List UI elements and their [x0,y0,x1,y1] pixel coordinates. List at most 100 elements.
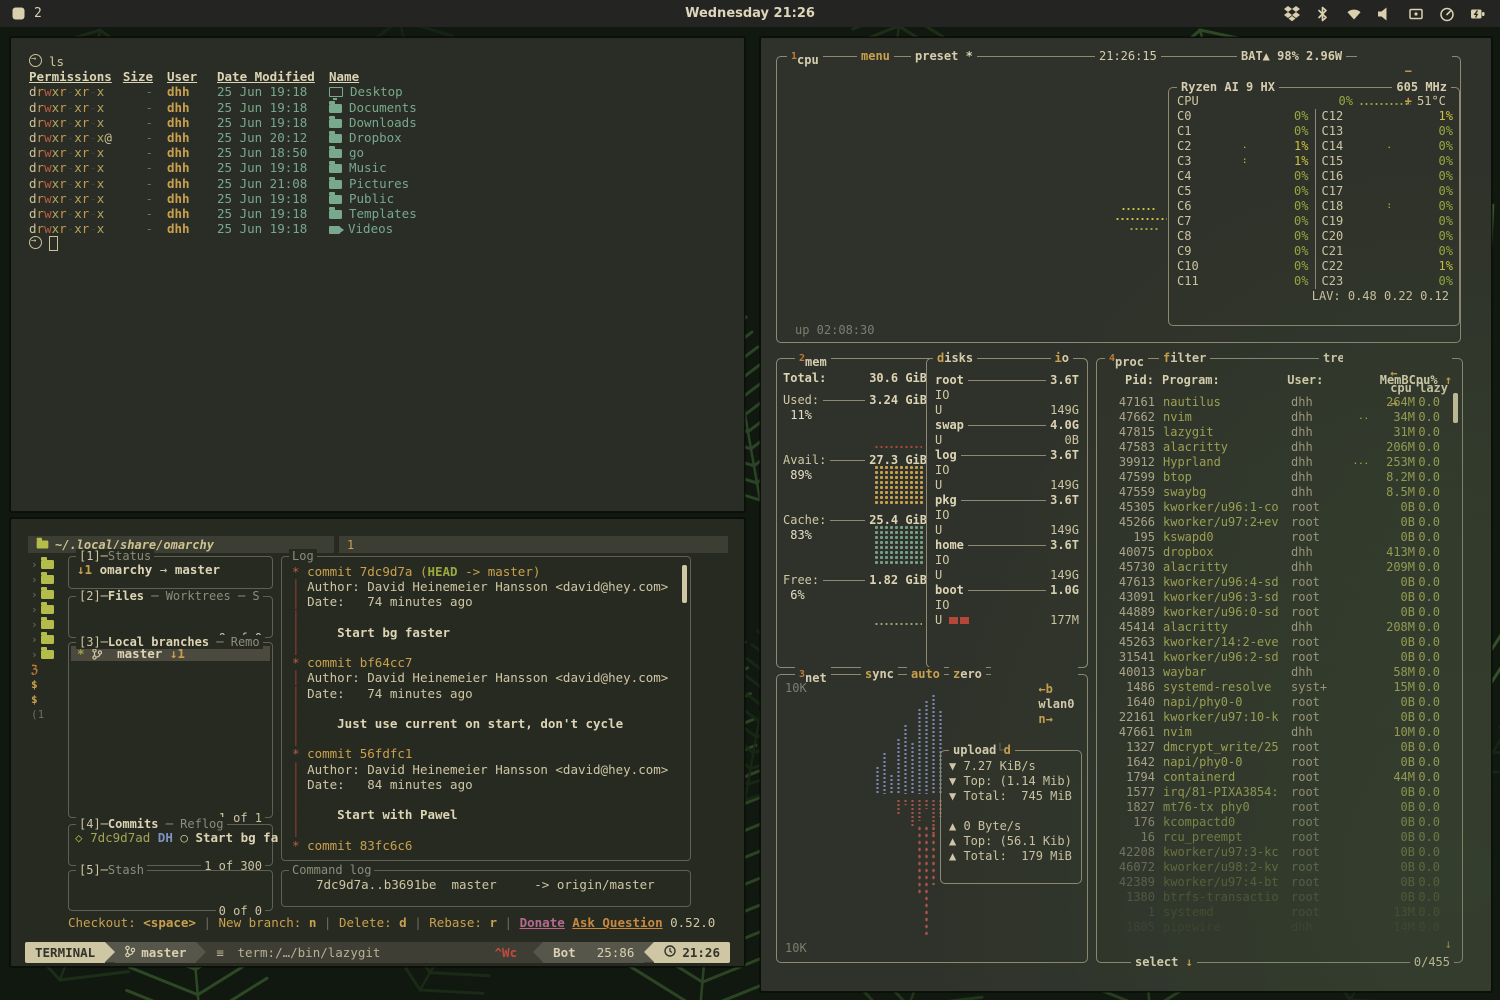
interval-minus-button[interactable]: − [1405,64,1412,78]
tab-label: 1 [347,538,354,552]
net-zero-toggle[interactable]: zero [949,667,986,682]
proc-row[interactable]: 47583alacrittydhh206M0.0 [1097,440,1462,455]
lazygit-status-panel[interactable]: [1]─Status ↓1 omarchy → master [68,556,273,589]
wifi-icon[interactable] [1346,6,1362,22]
filter-button[interactable]: filter [1159,351,1210,366]
statusline-mode[interactable]: TERMINAL [25,942,105,963]
preset-button[interactable]: preset * [911,49,977,64]
iface-prev-button[interactable]: ←b [1038,682,1052,696]
proc-row[interactable]: 45414alacrittydhh208M0.0 [1097,620,1462,635]
tree-item[interactable]: ℨ [31,662,67,677]
proc-row[interactable]: 1486systemd-resolvesyst+15M0.0 [1097,680,1462,695]
proc-row[interactable]: 46072kworker/u98:2-kvroot0B0.0 [1097,860,1462,875]
proc-row[interactable]: 47662nvimdhh..34M0.0 [1097,410,1462,425]
proc-row[interactable]: 16rcu_preemptroot0B0.0 [1097,830,1462,845]
disk-used-bar [949,617,958,624]
shell-prompt-line[interactable] [29,236,744,251]
proc-row[interactable]: 47613kworker/u96:4-sdroot0B0.0 [1097,575,1462,590]
tree-item[interactable]: (1 [31,707,67,722]
mem-box-title[interactable]: 2mem [795,351,831,370]
proc-row[interactable]: 40013waybardhh58M0.0 [1097,665,1462,680]
proc-row[interactable]: 47661nvimdhh10M0.0 [1097,725,1462,740]
tree-item[interactable]: › [31,572,67,587]
iface-name: wlan0 [1038,697,1074,711]
proc-row[interactable]: 47599btopdhh8.2M0.0 [1097,470,1462,485]
proc-row[interactable]: 45266kworker/u97:2+evroot0B0.0 [1097,515,1462,530]
tree-item[interactable]: $ [31,677,67,692]
io-toggle[interactable]: io [1051,351,1073,366]
net-interface-switcher[interactable]: ←b wlan0 n→ [991,667,1078,742]
bluetooth-icon[interactable] [1315,6,1331,22]
proc-row[interactable]: 1327dmcrypt_write/25root0B0.0 [1097,740,1462,755]
proc-header-pid[interactable]: Pid: [1105,373,1154,388]
proc-row[interactable]: 1794containerdroot44M0.0 [1097,770,1462,785]
net-download-col [896,738,901,794]
iface-next-button[interactable]: n→ [1038,712,1052,726]
lazygit-commits-panel[interactable]: [4]─Commits ─ Reflog ◇ 7dc9d7ad DH ○ Sta… [68,824,273,866]
proc-header-mem[interactable]: MemB [1364,373,1409,388]
net-stats-title[interactable]: upload└d [949,743,1015,758]
proc-header-user[interactable]: User: [1287,373,1363,388]
tree-item[interactable]: › [31,617,67,632]
menu-button[interactable]: menu [857,49,894,64]
proc-row[interactable]: 1640napi/phy0-0root0B0.0 [1097,695,1462,710]
proc-row[interactable]: 39912Hyprlanddhh...253M0.0 [1097,455,1462,470]
battery-icon[interactable] [1470,6,1486,22]
file-size: - [117,115,153,130]
proc-row[interactable]: 45263kworker/14:2-everoot0B0.0 [1097,635,1462,650]
proc-row[interactable]: 44889kworker/u96:0-sdroot0B0.0 [1097,605,1462,620]
tree-item[interactable]: › [31,557,67,572]
lazygit-files-panel[interactable]: [2]─Files ─ Worktrees ─ S 0 of 0 [68,596,273,638]
proc-box-title[interactable]: 4proc [1105,351,1148,370]
screenshare-icon[interactable] [1408,6,1424,22]
proc-header-cpu[interactable]: Cpu% ↑ [1409,373,1454,388]
dropbox-icon[interactable] [1284,6,1300,22]
proc-row[interactable]: 42208kworker/u97:3-kcroot0B0.0 [1097,845,1462,860]
proc-row[interactable]: 1380btrfs-transactioroot0B0.0 [1097,890,1462,905]
proc-header-program[interactable]: Program: [1162,373,1287,388]
keybind-label[interactable]: Rebase: [429,915,489,930]
proc-row[interactable]: 47815lazygitdhh31M0.0 [1097,425,1462,440]
lazygit-stash-panel[interactable]: [5]─Stash 0 of 0 [68,870,273,911]
net-sync-toggle[interactable]: sync [861,667,898,682]
proc-row[interactable]: 1577irq/81-PIXA3854:root0B0.0 [1097,785,1462,800]
proc-row[interactable]: 195kswapd0root0B0.0 [1097,530,1462,545]
tree-item[interactable]: › [31,632,67,647]
proc-row[interactable]: 31541kworker/u96:2-sdroot0B0.0 [1097,650,1462,665]
statusline-branch[interactable]: master [115,942,196,963]
donate-link[interactable]: Donate [520,915,565,930]
proc-row[interactable]: 45730alacrittydhh209M0.0 [1097,560,1462,575]
keybind-label[interactable]: New branch: [219,915,309,930]
lazygit-log-panel[interactable]: Log * commit 7dc9d7a (HEAD -> master)│ A… [281,556,691,861]
tree-item[interactable]: › [31,587,67,602]
lazygit-branches-panel[interactable]: [3]─Local branches ─ Remo * master ↓1 1 … [68,642,273,818]
winbar-tab-segment[interactable]: 1 [339,536,728,553]
proc-row[interactable]: 40075dropboxdhh413M0.0 [1097,545,1462,560]
disks-box-title[interactable]: disks [933,351,977,366]
cpu-box-title[interactable]: 1cpu [787,49,823,68]
proc-row[interactable]: 47559swaybgdhh8.5M0.0 [1097,485,1462,500]
proc-row[interactable]: 22161kworker/u97:10-kroot0B0.0 [1097,710,1462,725]
proc-row[interactable]: 42389kworker/u97:4-btroot0B0.0 [1097,875,1462,890]
log-scrollbar[interactable] [682,565,687,603]
volume-icon[interactable] [1377,6,1393,22]
keybind-label[interactable]: Delete: [339,915,399,930]
gauge-icon[interactable] [1439,6,1455,22]
statusline-file[interactable]: ≡ term:/…/bin/lazygit^Wc [206,942,533,963]
tree-item[interactable]: › [31,647,67,662]
select-hint[interactable]: select ↓ [1131,955,1197,970]
net-auto-toggle[interactable]: auto [907,667,944,682]
tree-item[interactable]: $ [31,692,67,707]
proc-row[interactable]: 176kcompactd0root0B0.0 [1097,815,1462,830]
ask-question-link[interactable]: Ask Question [572,915,662,930]
proc-row[interactable]: 1systemdroot13M0.0 [1097,905,1462,920]
proc-row[interactable]: 47161nautilusdhh264M0.0 [1097,395,1462,410]
proc-row[interactable]: 1827mt76-tx phy0root0B0.0 [1097,800,1462,815]
keybind-label[interactable]: Checkout: [68,915,143,930]
tree-item[interactable]: › [31,602,67,617]
proc-row[interactable]: 45305kworker/u96:1-coroot0B0.0 [1097,500,1462,515]
proc-row[interactable]: 1642napi/phy0-0root0B0.0 [1097,755,1462,770]
ls-header-row: PermissionsSizeUserDate ModifiedName [29,69,744,84]
proc-row[interactable]: 1805pipewiredhh14M0.0 [1097,920,1462,935]
proc-row[interactable]: 43091kworker/u96:3-sdroot0B0.0 [1097,590,1462,605]
